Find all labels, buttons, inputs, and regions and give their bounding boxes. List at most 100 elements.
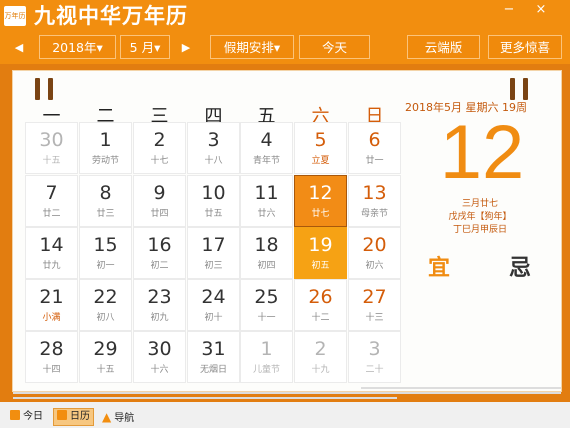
today-button[interactable]: 今天 [299, 35, 370, 59]
calendar-day-cell[interactable]: 2 十七 [133, 122, 186, 174]
day-number: 2 [314, 338, 327, 360]
day-number: 22 [93, 286, 118, 308]
calendar-day-cell[interactable]: 5 立夏 [294, 122, 347, 174]
calendar-day-cell[interactable]: 24 初十 [187, 279, 240, 331]
lunar-label: 十六 [150, 365, 169, 375]
lunar-label: 廿七 [311, 209, 330, 219]
calendar-day-cell[interactable]: 16 初二 [133, 227, 186, 279]
day-number: 1 [99, 129, 112, 151]
day-number: 3 [368, 338, 381, 360]
calendar-day-cell[interactable]: 17 初三 [187, 227, 240, 279]
day-number: 27 [362, 286, 387, 308]
calendar-day-cell[interactable]: 11 廿六 [240, 175, 293, 227]
calendar-day-cell[interactable]: 22 初八 [79, 279, 132, 331]
ganzhi-day: 丁巳月甲辰日 [452, 225, 507, 235]
day-number: 3 [207, 129, 220, 151]
day-number: 23 [147, 286, 172, 308]
navigation-icon: ▲ [102, 410, 112, 424]
calendar-day-cell[interactable]: 25 十一 [240, 279, 293, 331]
next-month-button[interactable]: ▶ [177, 32, 195, 64]
minimize-button[interactable]: − [497, 2, 521, 17]
calendar-day-cell[interactable]: 20 初六 [348, 227, 401, 279]
paper-edge [13, 392, 397, 394]
prev-month-button[interactable]: ◀ [10, 32, 28, 64]
calendar-day-cell[interactable]: 31 无烟日 [187, 331, 240, 383]
calendar-day-cell[interactable]: 19 初五 [294, 227, 347, 279]
day-number: 4 [260, 129, 273, 151]
lunar-label: 小满 [42, 313, 61, 323]
more-surprises-button[interactable]: 更多惊喜 [488, 35, 562, 59]
day-number: 14 [39, 234, 64, 256]
calendar-day-cell[interactable]: 8 廿三 [79, 175, 132, 227]
day-number: 31 [201, 338, 226, 360]
lunar-label: 十二 [311, 313, 330, 323]
calendar-day-cell[interactable]: 2 十九 [294, 331, 347, 383]
calendar-day-cell[interactable]: 30 十五 [25, 122, 78, 174]
calendar-day-cell[interactable]: 1 劳动节 [79, 122, 132, 174]
lunar-label: 初四 [257, 261, 276, 271]
lunar-label: 初五 [311, 261, 330, 271]
day-number: 15 [93, 234, 118, 256]
calendar-icon [57, 410, 67, 420]
day-number: 26 [308, 286, 333, 308]
year-select[interactable]: 2018年▾ [39, 35, 116, 59]
binder-ring [510, 78, 515, 100]
cloud-version-button[interactable]: 云端版 [407, 35, 480, 59]
status-bar: 今日 日历 ▲ 导航 [0, 406, 570, 428]
calendar-day-cell[interactable]: 3 二十 [348, 331, 401, 383]
holiday-schedule-select[interactable]: 假期安排▾ [210, 35, 294, 59]
lunar-label: 初九 [150, 313, 169, 323]
day-number: 5 [314, 129, 327, 151]
calendar-day-cell[interactable]: 14 廿九 [25, 227, 78, 279]
lunar-label: 廿六 [257, 209, 276, 219]
calendar-day-cell[interactable]: 12 廿七 [294, 175, 347, 227]
calendar-day-cell[interactable]: 10 廿五 [187, 175, 240, 227]
lunar-label: 初八 [96, 313, 115, 323]
day-number: 21 [39, 286, 64, 308]
lunar-label: 立夏 [311, 156, 330, 166]
day-number: 12 [308, 182, 333, 204]
calendar-day-cell[interactable]: 30 十六 [133, 331, 186, 383]
calendar-day-cell[interactable]: 27 十三 [348, 279, 401, 331]
calendar-tab-label: 日历 [70, 411, 90, 422]
calendar-day-cell[interactable]: 6 廿一 [348, 122, 401, 174]
lunar-label: 十四 [42, 365, 61, 375]
selected-day-number: 12 [439, 110, 525, 195]
navigation-tab-label: 导航 [114, 413, 135, 424]
today-icon [10, 410, 20, 420]
calendar-day-cell[interactable]: 9 廿四 [133, 175, 186, 227]
calendar-day-cell[interactable]: 23 初九 [133, 279, 186, 331]
app-icon: 万年历 [4, 6, 26, 26]
calendar-day-cell[interactable]: 18 初四 [240, 227, 293, 279]
toolbar: ◀ 2018年▾ 5 月▾ ▶ 假期安排▾ 今天 云端版 更多惊喜 [0, 32, 570, 64]
lunar-label: 二十 [365, 365, 384, 375]
navigation-tab[interactable]: ▲ 导航 [102, 409, 134, 425]
calendar-day-cell[interactable]: 26 十二 [294, 279, 347, 331]
lunar-label: 廿五 [204, 209, 223, 219]
day-number: 20 [362, 234, 387, 256]
calendar-day-cell[interactable]: 1 儿童节 [240, 331, 293, 383]
calendar-day-cell[interactable]: 29 十五 [79, 331, 132, 383]
day-number: 28 [39, 338, 64, 360]
calendar-day-cell[interactable]: 7 廿二 [25, 175, 78, 227]
lunar-label: 儿童节 [252, 365, 280, 375]
day-number: 17 [201, 234, 226, 256]
month-select[interactable]: 5 月▾ [120, 35, 170, 59]
lunar-label: 廿二 [42, 209, 61, 219]
lunar-label: 十八 [204, 156, 223, 166]
lunar-label: 初三 [204, 261, 223, 271]
paper-edge [361, 392, 561, 394]
calendar-tab[interactable]: 日历 [53, 408, 94, 426]
calendar-day-cell[interactable]: 21 小满 [25, 279, 78, 331]
calendar-day-cell[interactable]: 28 十四 [25, 331, 78, 383]
lunar-label: 劳动节 [91, 156, 119, 166]
calendar-day-cell[interactable]: 13 母亲节 [348, 175, 401, 227]
lunar-label: 初二 [150, 261, 169, 271]
day-number: 7 [45, 182, 58, 204]
calendar-day-cell[interactable]: 3 十八 [187, 122, 240, 174]
calendar-day-cell[interactable]: 15 初一 [79, 227, 132, 279]
today-tab[interactable]: 今日 [10, 409, 43, 425]
lunar-label: 十五 [96, 365, 115, 375]
close-button[interactable]: × [529, 2, 553, 17]
calendar-day-cell[interactable]: 4 青年节 [240, 122, 293, 174]
